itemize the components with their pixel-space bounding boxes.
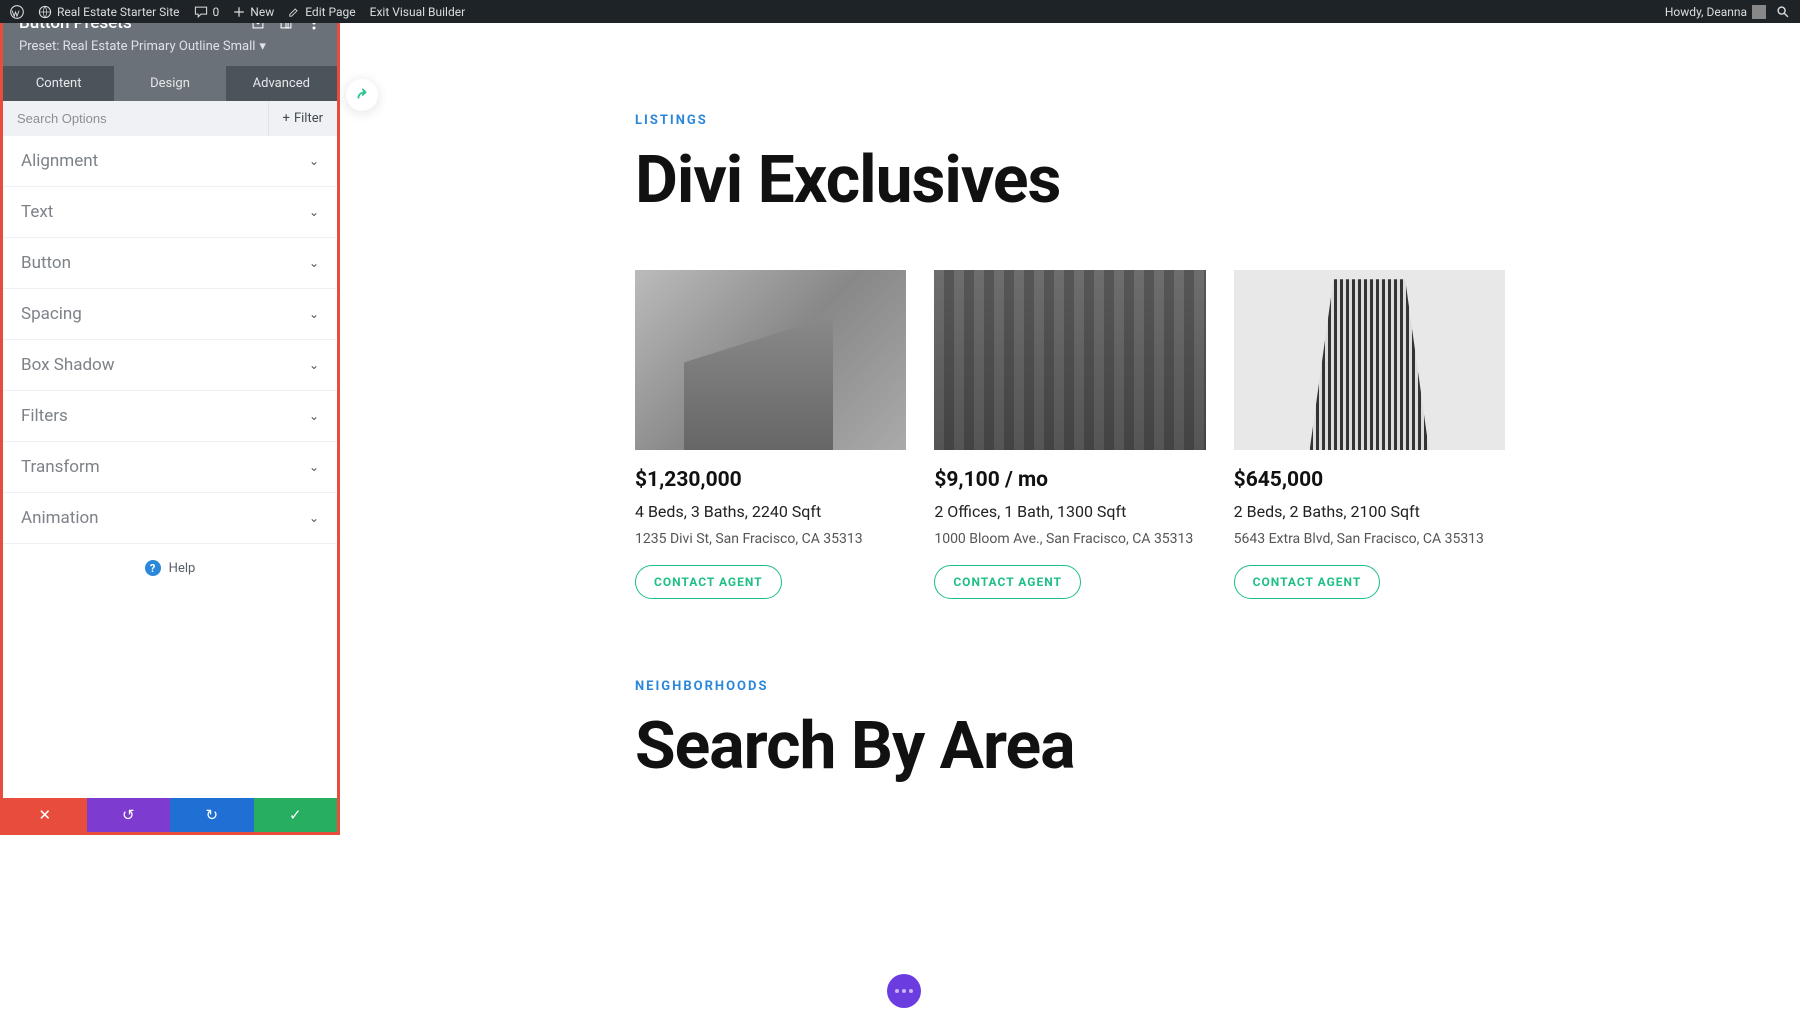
filter-button[interactable]: + Filter xyxy=(268,101,337,136)
chevron-down-icon: ⌄ xyxy=(309,205,319,219)
filter-label: Filter xyxy=(294,111,323,126)
section-spacing[interactable]: Spacing ⌄ xyxy=(3,289,337,340)
listing-card: $1,230,000 4 Beds, 3 Baths, 2240 Sqft 12… xyxy=(635,270,906,599)
listings-grid: $1,230,000 4 Beds, 3 Baths, 2240 Sqft 12… xyxy=(635,270,1505,599)
listing-image xyxy=(934,270,1205,450)
chevron-down-icon: ⌄ xyxy=(309,154,319,168)
section-box-shadow[interactable]: Box Shadow ⌄ xyxy=(3,340,337,391)
chevron-down-icon: ⌄ xyxy=(309,409,319,423)
neighborhoods-eyebrow: NEIGHBORHOODS xyxy=(635,679,1505,694)
preset-selector[interactable]: Preset: Real Estate Primary Outline Smal… xyxy=(19,39,321,54)
section-transform[interactable]: Transform ⌄ xyxy=(3,442,337,493)
chevron-down-icon: ▾ xyxy=(259,39,266,54)
exit-vb-label: Exit Visual Builder xyxy=(370,5,466,19)
cancel-button[interactable]: ✕ xyxy=(3,798,87,832)
admin-bar: Real Estate Starter Site 0 New Edit Page… xyxy=(0,0,1800,23)
more-icon xyxy=(895,989,913,993)
panel-tabs: Content Design Advanced xyxy=(3,66,337,101)
preset-label: Preset: Real Estate Primary Outline Smal… xyxy=(19,39,255,54)
section-alignment[interactable]: Alignment ⌄ xyxy=(3,136,337,187)
tab-design[interactable]: Design xyxy=(114,66,225,101)
listing-address: 1000 Bloom Ave., San Fracisco, CA 35313 xyxy=(934,531,1205,547)
neighborhoods-headline: Search By Area xyxy=(635,712,1505,781)
search-icon[interactable] xyxy=(1776,5,1790,19)
undo-button[interactable]: ↺ xyxy=(87,798,171,832)
listing-image xyxy=(1234,270,1505,450)
exit-vb-link[interactable]: Exit Visual Builder xyxy=(370,5,466,19)
listing-address: 5643 Extra Blvd, San Fracisco, CA 35313 xyxy=(1234,531,1505,547)
floating-return-button[interactable] xyxy=(346,79,378,111)
edit-page-label: Edit Page xyxy=(305,5,355,19)
new-link[interactable]: New xyxy=(233,5,274,19)
search-input[interactable] xyxy=(3,101,268,136)
save-button[interactable]: ✓ xyxy=(254,798,338,832)
chevron-down-icon: ⌄ xyxy=(309,460,319,474)
listings-headline: Divi Exclusives xyxy=(635,146,1505,215)
help-link[interactable]: ? Help xyxy=(3,544,337,592)
help-label: Help xyxy=(169,561,196,576)
chevron-down-icon: ⌄ xyxy=(309,358,319,372)
plus-icon: + xyxy=(283,111,290,126)
listing-specs: 2 Offices, 1 Bath, 1300 Sqft xyxy=(934,502,1205,521)
contact-agent-button[interactable]: CONTACT AGENT xyxy=(635,565,782,599)
section-animation[interactable]: Animation ⌄ xyxy=(3,493,337,544)
listing-image xyxy=(635,270,906,450)
user-greeting[interactable]: Howdy, Deanna xyxy=(1665,5,1766,19)
listing-price: $1,230,000 xyxy=(635,468,906,492)
listing-price: $645,000 xyxy=(1234,468,1505,492)
panel-footer: ✕ ↺ ↻ ✓ xyxy=(3,798,337,832)
listing-specs: 4 Beds, 3 Baths, 2240 Sqft xyxy=(635,502,906,521)
chevron-down-icon: ⌄ xyxy=(309,307,319,321)
section-button[interactable]: Button ⌄ xyxy=(3,238,337,289)
contact-agent-button[interactable]: CONTACT AGENT xyxy=(934,565,1081,599)
chevron-down-icon: ⌄ xyxy=(309,256,319,270)
comments-link[interactable]: 0 xyxy=(194,5,220,19)
section-filters[interactable]: Filters ⌄ xyxy=(3,391,337,442)
greeting-label: Howdy, Deanna xyxy=(1665,5,1747,19)
listing-price: $9,100 / mo xyxy=(934,468,1205,492)
options-accordion: Alignment ⌄ Text ⌄ Button ⌄ Spacing ⌄ Bo… xyxy=(3,136,337,798)
settings-panel: Button Presets Preset: Real Estate Prima… xyxy=(0,0,340,835)
listings-eyebrow: LISTINGS xyxy=(635,113,1505,128)
edit-page-link[interactable]: Edit Page xyxy=(288,5,355,19)
avatar xyxy=(1752,5,1766,19)
listing-card: $9,100 / mo 2 Offices, 1 Bath, 1300 Sqft… xyxy=(934,270,1205,599)
page-content: LISTINGS Divi Exclusives $1,230,000 4 Be… xyxy=(340,23,1800,1036)
help-icon: ? xyxy=(145,560,161,576)
search-row: + Filter xyxy=(3,101,337,136)
listing-card: $645,000 2 Beds, 2 Baths, 2100 Sqft 5643… xyxy=(1234,270,1505,599)
tab-advanced[interactable]: Advanced xyxy=(226,66,337,101)
tab-content[interactable]: Content xyxy=(3,66,114,101)
redo-button[interactable]: ↻ xyxy=(170,798,254,832)
wp-logo[interactable] xyxy=(10,5,24,19)
builder-fab[interactable] xyxy=(887,974,921,1008)
new-label: New xyxy=(250,5,274,19)
comments-count: 0 xyxy=(213,5,220,19)
chevron-down-icon: ⌄ xyxy=(309,511,319,525)
site-name-label: Real Estate Starter Site xyxy=(57,5,180,19)
listing-specs: 2 Beds, 2 Baths, 2100 Sqft xyxy=(1234,502,1505,521)
site-name-link[interactable]: Real Estate Starter Site xyxy=(38,5,180,19)
contact-agent-button[interactable]: CONTACT AGENT xyxy=(1234,565,1381,599)
section-text[interactable]: Text ⌄ xyxy=(3,187,337,238)
listing-address: 1235 Divi St, San Fracisco, CA 35313 xyxy=(635,531,906,547)
